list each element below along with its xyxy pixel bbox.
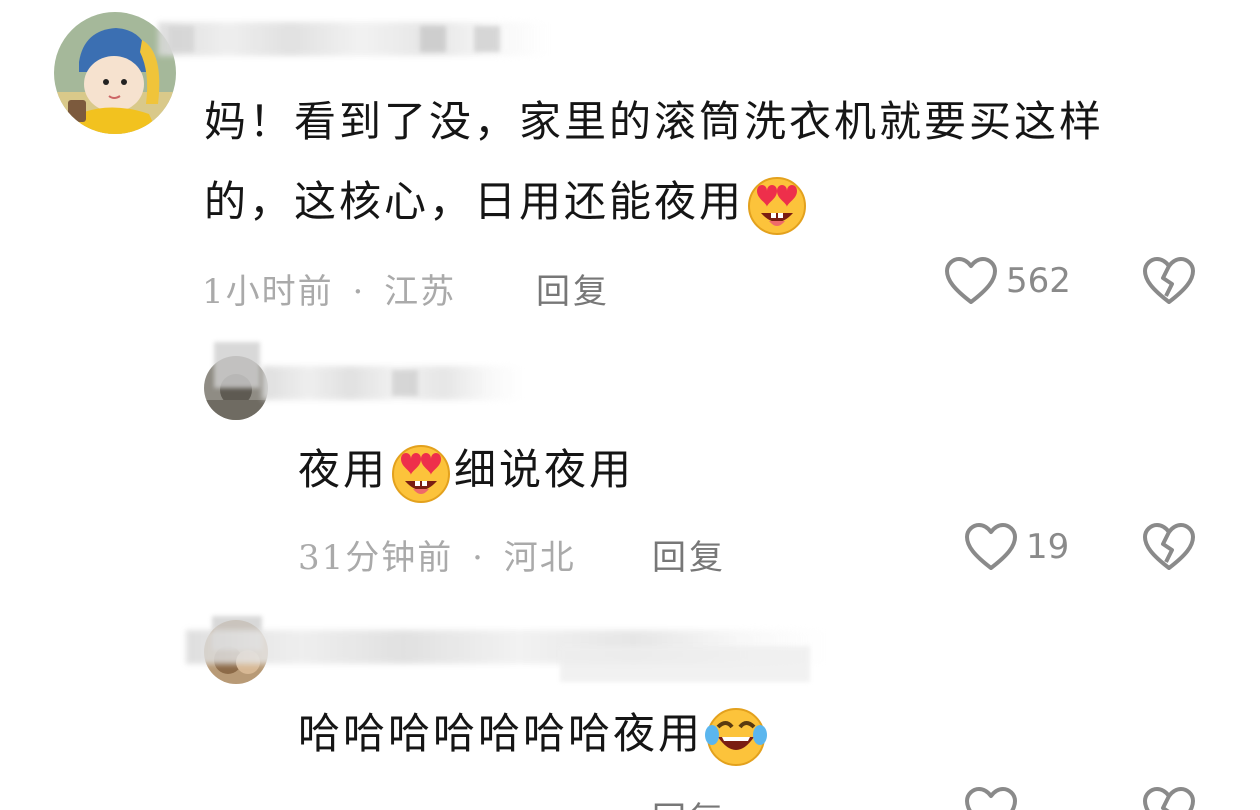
comment-2: 夜用 细说夜用 31分钟前 · 河北 回复 19 <box>0 330 1260 590</box>
heart-eyes-emoji <box>389 441 453 505</box>
laughing-tears-emoji <box>704 705 768 769</box>
comment-text: 哈哈哈哈哈哈哈夜用 <box>298 694 769 774</box>
comment-location: 江苏 <box>384 272 457 312</box>
comment-meta: 31分钟前 · 河北 <box>298 530 576 579</box>
username-pixel <box>168 26 194 52</box>
comment-3: 哈哈哈哈哈哈哈夜用 回复 <box>0 590 1260 810</box>
comment-time: 1小时前 <box>202 272 334 312</box>
like-button[interactable]: 19 <box>964 522 1069 572</box>
like-button[interactable] <box>964 786 1026 810</box>
like-count: 562 <box>1006 261 1071 301</box>
comment-meta: 1小时前 · 江苏 <box>202 264 456 313</box>
broken-heart-icon[interactable] <box>1142 256 1196 306</box>
meta-separator: · <box>352 272 366 312</box>
meta-separator: · <box>472 538 485 578</box>
broken-heart-icon[interactable] <box>1142 522 1196 572</box>
comment-text: 妈！看到了没，家里的滚筒洗衣机就要买这样 的，这核心，日用还能夜用 <box>204 82 1104 242</box>
username-pixel <box>474 26 500 52</box>
comment-text-part: 夜用 <box>298 445 389 494</box>
comment-text-line: 妈！看到了没，家里的滚筒洗衣机就要买这样 <box>204 97 1105 146</box>
comment-text: 夜用 细说夜用 <box>298 430 634 510</box>
username-pixel <box>560 646 810 682</box>
username-pixel <box>420 26 446 52</box>
reply-button[interactable]: 回复 <box>652 530 726 579</box>
username-pixel <box>214 342 260 388</box>
heart-outline-icon <box>964 522 1018 572</box>
reply-button[interactable]: 回复 <box>536 264 610 313</box>
heart-eyes-emoji <box>745 173 809 237</box>
broken-heart-icon[interactable] <box>1142 786 1196 810</box>
comment-1: 妈！看到了没，家里的滚筒洗衣机就要买这样 的，这核心，日用还能夜用 1小时前 ·… <box>0 0 1260 330</box>
comment-text-part: 哈哈哈哈哈哈哈夜用 <box>298 709 704 758</box>
comment-time: 31分钟前 <box>298 538 454 578</box>
like-button[interactable]: 562 <box>944 256 1071 306</box>
like-count: 19 <box>1026 527 1070 567</box>
reply-button[interactable]: 回复 <box>652 792 726 810</box>
heart-outline-icon <box>964 786 1018 810</box>
comment-location: 河北 <box>503 538 576 578</box>
comment-text-line: 的，这核心，日用还能夜用 <box>204 162 1104 242</box>
heart-outline-icon <box>944 256 998 306</box>
username-pixel <box>392 370 418 396</box>
comment-text-part: 细说夜用 <box>454 445 635 494</box>
comment-text-part: 的，这核心，日用还能夜用 <box>204 177 745 226</box>
